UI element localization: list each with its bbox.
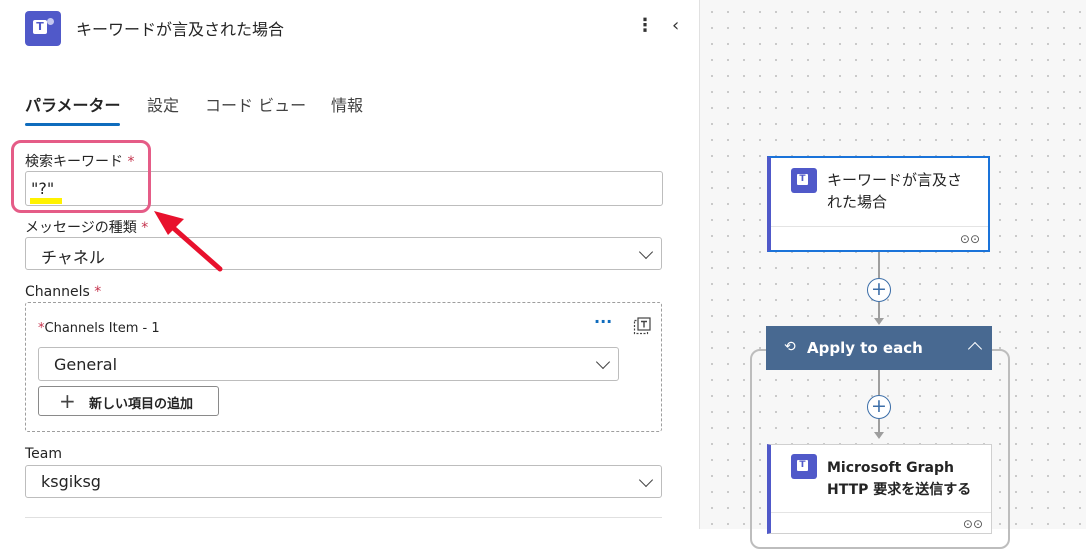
apply-to-each-title: Apply to each [807,339,923,357]
channels-item-select[interactable]: General [38,347,619,381]
add-step-icon-inner[interactable]: + [867,395,891,419]
trigger-card[interactable]: T キーワードが言及さ れた場合 ⊙⊙ [767,156,990,252]
message-type-label: メッセージの種類 * [25,220,149,236]
add-new-item-button[interactable]: + 新しい項目の追加 [38,386,219,416]
channels-item-value: General [54,355,118,374]
arrow-down-icon [874,318,884,325]
chevron-down-icon [638,472,654,487]
team-label: Team [25,446,63,462]
tab-code-view[interactable]: コード ビュー [205,92,306,116]
plus-icon: + [59,389,76,413]
tab-settings[interactable]: 設定 [147,92,179,116]
team-value: ksgiksg [41,472,101,491]
highlight-box [11,140,151,213]
more-options-icon[interactable]: ⋮ [636,16,654,36]
message-type-value: チャネル [41,248,105,267]
team-select[interactable]: ksgiksg [25,465,662,498]
tab-info[interactable]: 情報 [331,92,363,116]
add-new-item-label: 新しい項目の追加 [89,397,194,412]
channels-label: Channels * [25,284,102,300]
divider [25,517,662,518]
collapse-panel-icon[interactable]: ‹ [672,16,679,36]
panel-title: キーワードが言及された場合 [76,20,285,39]
chevron-up-icon[interactable] [967,341,983,357]
apply-to-each-header[interactable]: ⟲ Apply to each [766,326,992,370]
trigger-card-title: キーワードが言及さ れた場合 [827,171,963,211]
annotation-arrow [154,211,223,272]
add-step-icon[interactable]: + [867,278,891,302]
chevron-down-icon [595,354,611,370]
message-type-select[interactable]: チャネル [25,237,662,270]
teams-app-icon: T [25,11,61,46]
graph-card-title: Microsoft Graph HTTP 要求を送信する [827,460,972,498]
parameters-panel: T キーワードが言及された場合 ⋮ ‹ パラメーター 設定 コード ビュー 情報… [0,0,700,529]
arrow-down-icon [874,432,884,439]
item-more-icon[interactable]: ··· [594,312,612,331]
graph-request-card[interactable]: T Microsoft Graph HTTP 要求を送信する ⊙⊙ [767,444,992,534]
reference-link-icon[interactable]: ⊙⊙ [960,232,980,246]
teams-icon: T [791,168,817,193]
teams-icon: T [791,454,817,479]
active-tab-indicator [25,123,120,126]
switch-to-text-mode-icon[interactable] [633,317,651,335]
chevron-down-icon [638,244,654,259]
tab-parameters[interactable]: パラメーター [25,92,121,116]
channels-item-label: *Channels Item - 1 [38,321,160,336]
loop-icon: ⟲ [784,339,796,355]
